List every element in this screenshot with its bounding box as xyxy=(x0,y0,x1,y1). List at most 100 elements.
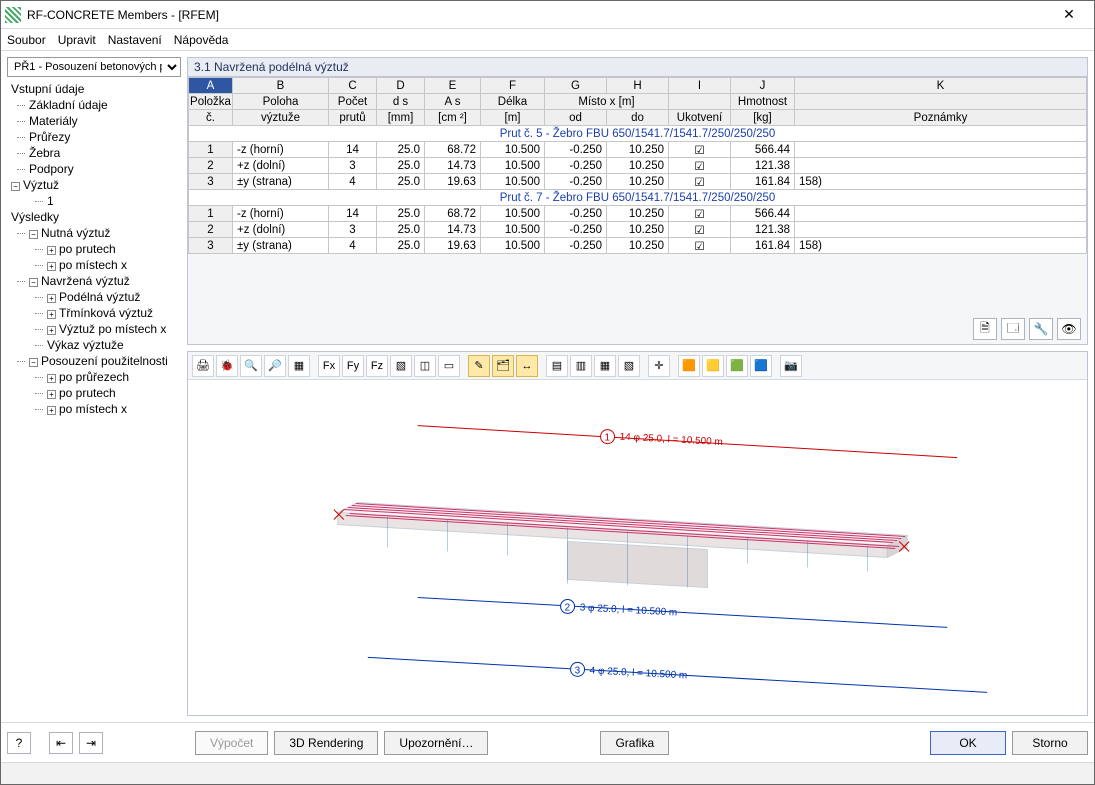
expand-icon[interactable]: + xyxy=(47,390,56,399)
tree-prov-schedule[interactable]: Výkaz výztuže xyxy=(7,337,181,353)
excel-icon[interactable]: 🗎 xyxy=(973,318,997,340)
zoom-icon[interactable]: 🔍 xyxy=(240,355,262,377)
hdr-as: A s xyxy=(425,94,481,110)
photo-icon[interactable]: 📷 xyxy=(780,355,802,377)
tree-general[interactable]: Základní údaje xyxy=(7,97,181,113)
tree-sections[interactable]: Průřezy xyxy=(7,129,181,145)
tree-input-data[interactable]: Vstupní údaje xyxy=(7,81,181,97)
axes-icon[interactable]: ✛ xyxy=(648,355,670,377)
render-view[interactable]: 1 14 φ 25.0, l = 10.500 m xyxy=(188,380,1087,715)
axis-y-icon[interactable]: Fy xyxy=(342,355,364,377)
tree-serv-sections[interactable]: +po průřezech xyxy=(7,369,181,385)
collapse-icon[interactable]: − xyxy=(29,230,38,239)
col-I[interactable]: I xyxy=(669,78,731,94)
table-row[interactable]: 3±y (strana)425.019.6310.500-0.25010.250… xyxy=(189,174,1087,190)
tree-ribs[interactable]: Žebra xyxy=(7,145,181,161)
render-button[interactable]: 3D Rendering xyxy=(274,731,378,755)
prev-icon[interactable]: ⇤ xyxy=(49,732,73,754)
col-B[interactable]: B xyxy=(233,78,329,94)
layout1-icon[interactable]: ▤ xyxy=(546,355,568,377)
graphics-button[interactable]: Grafika xyxy=(600,731,669,755)
expand-icon[interactable]: + xyxy=(47,294,56,303)
cancel-button[interactable]: Storno xyxy=(1012,731,1088,755)
expand-icon[interactable]: + xyxy=(47,406,56,415)
ok-button[interactable]: OK xyxy=(930,731,1006,755)
collapse-icon[interactable]: − xyxy=(29,278,38,287)
col-K[interactable]: K xyxy=(795,78,1087,94)
col-E[interactable]: E xyxy=(425,78,481,94)
color1-icon[interactable]: 🟧 xyxy=(678,355,700,377)
layout2-icon[interactable]: ▥ xyxy=(570,355,592,377)
help-icon[interactable]: ? xyxy=(7,732,31,754)
tree-required[interactable]: −Nutná výztuž xyxy=(7,225,181,241)
print-icon[interactable]: 🖨 xyxy=(192,355,214,377)
axis-z-icon[interactable]: Fz xyxy=(366,355,388,377)
expand-icon[interactable]: + xyxy=(47,310,56,319)
close-icon[interactable]: ✕ xyxy=(1048,1,1090,29)
case-select[interactable]: PŘ1 - Posouzení betonových pr xyxy=(7,57,181,77)
tree-prov-longitudinal[interactable]: +Podélná výztuž xyxy=(7,289,181,305)
tree-serviceability[interactable]: −Posouzení použitelnosti xyxy=(7,353,181,369)
collapse-icon[interactable]: − xyxy=(11,182,20,191)
col-J[interactable]: J xyxy=(731,78,795,94)
color2-icon[interactable]: 🟨 xyxy=(702,355,724,377)
layout4-icon[interactable]: ▧ xyxy=(618,355,640,377)
bug-icon[interactable]: 🐞 xyxy=(216,355,238,377)
warnings-button[interactable]: Upozornění… xyxy=(384,731,488,755)
tree-reinforcement-1[interactable]: 1 xyxy=(7,193,181,209)
axis-x-icon[interactable]: Fx xyxy=(318,355,340,377)
menu-help[interactable]: Nápověda xyxy=(174,33,229,47)
table-icon[interactable]: 🗔 xyxy=(1001,318,1025,340)
nav-tree[interactable]: Vstupní údaje Základní údaje Materiály P… xyxy=(7,81,181,716)
tree-prov-locations[interactable]: +Výztuž po místech x xyxy=(7,321,181,337)
color4-icon[interactable]: 🟦 xyxy=(750,355,772,377)
filter-icon[interactable]: 🔧 xyxy=(1029,318,1053,340)
rect-icon[interactable]: ▭ xyxy=(438,355,460,377)
swap-icon[interactable]: ↔ xyxy=(516,355,538,377)
col-H[interactable]: H xyxy=(607,78,669,94)
tree-supports[interactable]: Podpory xyxy=(7,161,181,177)
expand-icon[interactable]: + xyxy=(47,262,56,271)
cube-icon[interactable]: ◫ xyxy=(414,355,436,377)
menubar: Soubor Upravit Nastavení Nápověda xyxy=(1,29,1094,51)
tree-req-locations[interactable]: +po místech x xyxy=(7,257,181,273)
calc-button[interactable]: Výpočet xyxy=(195,731,268,755)
tree-provided[interactable]: −Navržená výztuž xyxy=(7,273,181,289)
next-icon[interactable]: ⇥ xyxy=(79,732,103,754)
menu-edit[interactable]: Upravit xyxy=(58,33,96,47)
grid-icon[interactable]: ▦ xyxy=(288,355,310,377)
table-row[interactable]: 3±y (strana)425.019.6310.500-0.25010.250… xyxy=(189,238,1087,254)
search-icon[interactable]: 🔎 xyxy=(264,355,286,377)
tree-serv-members[interactable]: +po prutech xyxy=(7,385,181,401)
tree-req-members[interactable]: +po prutech xyxy=(7,241,181,257)
pen-icon[interactable]: ✎ xyxy=(468,355,490,377)
menu-settings[interactable]: Nastavení xyxy=(108,33,162,47)
table-row[interactable]: 2+z (dolní)325.014.7310.500-0.25010.250☑… xyxy=(189,222,1087,238)
expand-icon[interactable]: + xyxy=(47,326,56,335)
hdr2-ds: [mm] xyxy=(377,110,425,126)
results-table[interactable]: A B C D E F G H I J K Položka Polo xyxy=(188,77,1087,254)
layout3-icon[interactable]: ▦ xyxy=(594,355,616,377)
menu-file[interactable]: Soubor xyxy=(7,33,46,47)
expand-icon[interactable]: + xyxy=(47,246,56,255)
table-row[interactable]: 1-z (horní)1425.068.7210.500-0.25010.250… xyxy=(189,206,1087,222)
box-icon[interactable]: ▧ xyxy=(390,355,412,377)
tree-reinforcement[interactable]: −Výztuž xyxy=(7,177,181,193)
tree-serv-locations[interactable]: +po místech x xyxy=(7,401,181,417)
col-F[interactable]: F xyxy=(481,78,545,94)
hdr2-ukot: Ukotvení xyxy=(669,110,731,126)
col-C[interactable]: C xyxy=(329,78,377,94)
collapse-icon[interactable]: − xyxy=(29,358,38,367)
color3-icon[interactable]: 🟩 xyxy=(726,355,748,377)
table-row[interactable]: 1-z (horní)1425.068.7210.500-0.25010.250… xyxy=(189,142,1087,158)
layer-icon[interactable]: 🗂 xyxy=(492,355,514,377)
col-G[interactable]: G xyxy=(545,78,607,94)
tree-materials[interactable]: Materiály xyxy=(7,113,181,129)
expand-icon[interactable]: + xyxy=(47,374,56,383)
tree-results[interactable]: Výsledky xyxy=(7,209,181,225)
col-D[interactable]: D xyxy=(377,78,425,94)
col-A[interactable]: A xyxy=(189,78,233,94)
tree-prov-stirrup[interactable]: +Třmínková výztuž xyxy=(7,305,181,321)
eye-icon[interactable]: 👁 xyxy=(1057,318,1081,340)
table-row[interactable]: 2+z (dolní)325.014.7310.500-0.25010.250☑… xyxy=(189,158,1087,174)
